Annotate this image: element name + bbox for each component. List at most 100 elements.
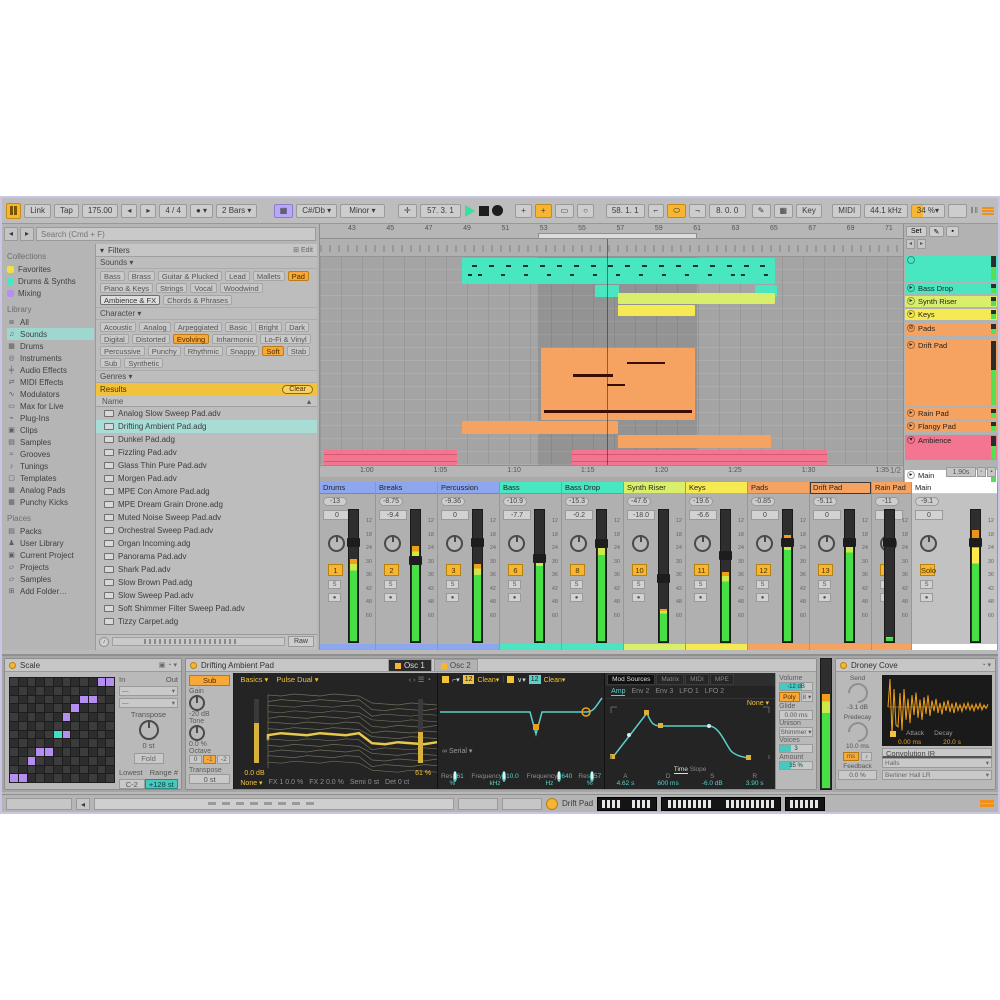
track-fold-icon[interactable]: ▾ [907, 436, 915, 444]
adsr-stage[interactable]: R3.90 s [746, 773, 764, 787]
gain-knob[interactable] [189, 695, 205, 711]
filter-tag[interactable]: Soft [262, 346, 283, 356]
places-item[interactable]: ▤ Packs [7, 525, 94, 537]
follow-button[interactable]: ✛ [398, 204, 417, 218]
osc-semi-value[interactable]: Semi 0 st [350, 779, 379, 787]
time-ruler[interactable]: 1:001:051:101:151:201:251:301:35 [320, 465, 903, 477]
arrangement-lanes[interactable] [320, 239, 903, 465]
track-fold-icon[interactable]: ▸ [907, 284, 915, 292]
track-activator-button[interactable]: 6 [508, 564, 523, 576]
arrangement-clip[interactable] [462, 258, 775, 284]
solo-button[interactable]: S [384, 580, 397, 589]
link-button[interactable]: Link [24, 204, 51, 218]
solo-button[interactable]: S [818, 580, 831, 589]
tab-matrix[interactable]: Matrix [656, 674, 684, 685]
arm-button[interactable]: ● [508, 593, 521, 602]
zoom-amount-field[interactable]: 1.90s [946, 467, 976, 477]
menu-icon[interactable] [982, 207, 994, 215]
pan-knob[interactable] [508, 535, 525, 552]
browser-file-row[interactable]: Drifting Ambient Pad.adg [96, 420, 317, 433]
lowest-value[interactable]: C-2 [119, 779, 145, 789]
glide-value[interactable]: 0.00 ms [779, 710, 813, 720]
clip-launch-icon[interactable] [546, 798, 558, 810]
mixer-track-title[interactable]: Keys [686, 482, 747, 494]
zoom-in-button[interactable]: ▪ [987, 467, 996, 477]
loop-length-field[interactable]: 8. 0. 0 [709, 204, 746, 218]
sounds-filter-group[interactable]: Sounds ▾ [96, 257, 317, 269]
filter-tag[interactable]: Acoustic [100, 322, 136, 332]
decay-value[interactable]: 20.0 s [943, 739, 961, 746]
fader-handle[interactable] [843, 538, 856, 547]
arrangement-clip[interactable] [462, 421, 618, 434]
library-item[interactable]: ▣ Clips [7, 424, 94, 436]
filter-tag[interactable]: Piano & Keys [100, 283, 153, 293]
fader-handle[interactable] [719, 551, 732, 560]
track-fold-icon[interactable]: ▸ [907, 422, 915, 430]
loop-start-field[interactable]: 58. 1. 1 [606, 204, 645, 218]
browser-file-row[interactable]: Soft Shimmer Filter Sweep Pad.adv [96, 602, 317, 615]
mini-keyboard[interactable] [661, 797, 781, 811]
sync-mode-button[interactable]: ♪ [861, 752, 872, 761]
filter2-type-icon[interactable]: ∨▾ [517, 676, 526, 684]
peak-level-value[interactable]: -10.9 [503, 497, 527, 506]
raw-button[interactable]: Raw [288, 636, 314, 647]
library-item[interactable]: ▦ Analog Pads [7, 484, 94, 496]
arrangement-position-field[interactable]: 57. 3. 1 [420, 204, 461, 218]
fader-handle[interactable] [533, 554, 546, 563]
octave-minus1[interactable]: -1 [203, 755, 216, 764]
filter-curve-display[interactable] [438, 686, 604, 738]
device-on-icon[interactable] [840, 662, 847, 669]
filter-tag[interactable]: Analog [139, 322, 170, 332]
search-input[interactable] [36, 227, 316, 241]
tab-midi[interactable]: MIDI [685, 674, 709, 685]
volume-field[interactable]: -9.4 [379, 510, 407, 520]
osc-fx1-value[interactable]: FX 1 0.0 % [269, 779, 304, 787]
library-item[interactable]: ▢ Templates [7, 472, 94, 484]
preview-speaker-icon[interactable]: ♪ [99, 637, 109, 647]
volume-field[interactable]: -0.2 [565, 510, 593, 520]
solo-button[interactable]: S [570, 580, 583, 589]
track-fold-icon[interactable]: ▸ [907, 341, 915, 349]
library-item[interactable]: ◎ Instruments [7, 352, 94, 364]
unison-mode-select[interactable]: Shimmer ▾ [779, 727, 813, 737]
track-fold-icon[interactable] [907, 256, 915, 264]
filter-tag[interactable]: Pad [288, 271, 309, 281]
set-button[interactable]: Set [906, 226, 927, 237]
fader-handle[interactable] [781, 538, 794, 547]
arm-button[interactable]: ● [694, 593, 707, 602]
device-on-icon[interactable] [9, 662, 16, 669]
peak-level-value[interactable]: -9.36 [441, 497, 465, 506]
adsr-stage[interactable]: D600 ms [657, 773, 678, 787]
solo-button[interactable]: S [328, 580, 341, 589]
sub-button[interactable]: Sub [189, 675, 230, 686]
arrangement-clip[interactable] [618, 305, 695, 316]
filter-tag[interactable]: Lo-Fi & Vinyl [260, 334, 310, 344]
wt-category-select[interactable]: Basics ▾ [240, 675, 268, 684]
filter-tag[interactable]: Synthetic [124, 358, 163, 368]
tone-knob[interactable] [189, 725, 205, 741]
env-target-select[interactable]: None ▾ [747, 699, 769, 707]
browser-file-row[interactable]: Shark Pad.adv [96, 563, 317, 576]
peak-level-value[interactable]: -47.6 [627, 497, 651, 506]
scale-highlight-icon[interactable]: ▦ [274, 204, 294, 218]
peak-level-value[interactable]: -8.75 [379, 497, 403, 506]
unison-amount-slider[interactable]: 35 % [779, 761, 813, 770]
volume-field[interactable]: 0 [915, 510, 943, 520]
peak-level-value[interactable]: -5.11 [813, 497, 837, 506]
res1-knob[interactable] [453, 771, 457, 782]
track-activator-button[interactable]: 11 [694, 564, 709, 576]
poly-voices-select[interactable]: 8 ▾ [801, 692, 813, 702]
ir-category-select[interactable]: Halls▾ [882, 758, 992, 768]
scroll-left-button[interactable]: ◂ [906, 239, 915, 249]
pan-knob[interactable] [818, 535, 835, 552]
filter-tag[interactable]: Ambience & FX [100, 295, 160, 305]
track-activator-button[interactable]: 12 [756, 564, 771, 576]
transpose-knob[interactable] [139, 720, 159, 740]
track-activator-button[interactable]: 10 [632, 564, 647, 576]
osc-detune-value[interactable]: Det 0 ct [385, 779, 409, 787]
gain-value[interactable]: -20 dB [189, 711, 230, 718]
tab-osc2[interactable]: Osc 2 [434, 659, 478, 671]
arm-button[interactable]: ● [632, 593, 645, 602]
filter-tag[interactable]: Mallets [253, 271, 285, 281]
nudge-down-button[interactable]: ◂ [121, 204, 137, 218]
